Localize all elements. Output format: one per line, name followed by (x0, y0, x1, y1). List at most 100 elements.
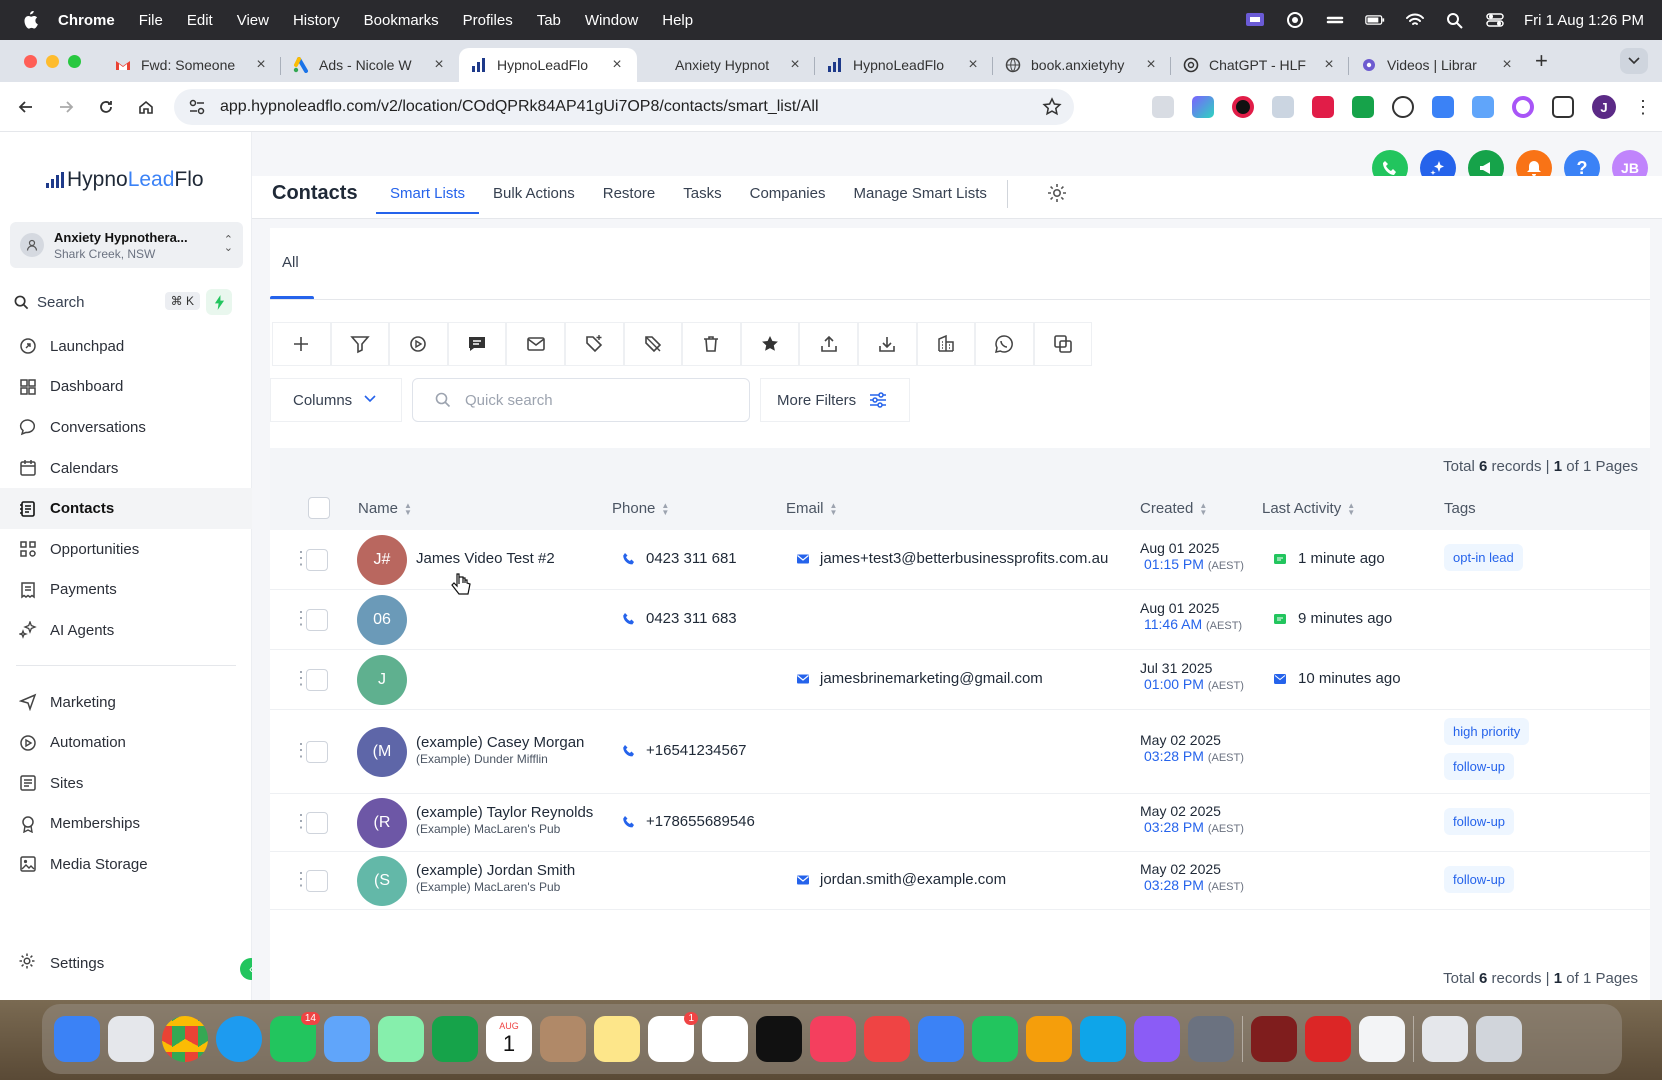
quick-search[interactable] (412, 378, 750, 422)
send-sms-button[interactable] (447, 322, 507, 366)
news-dock-icon[interactable] (864, 1016, 910, 1062)
system-settings-dock-icon[interactable] (1188, 1016, 1234, 1062)
sidebar-item-sites[interactable]: Sites (0, 763, 252, 804)
gear-flower-dock-icon[interactable] (1134, 1016, 1180, 1062)
calendar-dock-icon[interactable]: AUG 1 (486, 1016, 532, 1062)
contact-email[interactable]: james+test3@betterbusinessprofits.com.au (796, 550, 1108, 567)
sidebar-item-payments[interactable]: Payments (0, 570, 252, 611)
close-tab-icon[interactable]: × (431, 56, 447, 74)
sidebar-item-calendars[interactable]: Calendars (0, 448, 252, 489)
row-checkbox[interactable] (306, 609, 328, 631)
table-row[interactable]: ⋮ J# James Video Test #2 0423 311 681 ja… (270, 530, 1650, 590)
sidebar-item-contacts[interactable]: Contacts (0, 488, 252, 529)
car-extension-icon[interactable] (1352, 96, 1374, 118)
app-dock-icon[interactable] (1305, 1016, 1351, 1062)
contacts-settings-gear-icon[interactable] (1046, 182, 1068, 204)
sidebar-item-conversations[interactable]: Conversations (0, 407, 252, 448)
column-header-created[interactable]: Created ▲ ▼ (1140, 500, 1207, 517)
columns-dropdown[interactable]: Columns (270, 378, 402, 422)
wifi-icon[interactable] (1404, 11, 1426, 29)
column-header-name[interactable]: Name ▲ ▼ (358, 500, 412, 517)
sidebar-item-media-storage[interactable]: Media Storage (0, 844, 252, 885)
tab-restore[interactable]: Restore (589, 172, 670, 214)
browser-tab[interactable]: HypnoLeadFlo × (815, 48, 993, 82)
gradient-extension-icon[interactable] (1192, 96, 1214, 118)
table-row[interactable]: ⋮ (S (example) Jordan Smith (Example) Mac… (270, 852, 1650, 910)
tag-badge[interactable]: follow-up (1444, 808, 1515, 835)
sidebar-item-launchpad[interactable]: Launchpad (0, 326, 252, 367)
browser-tab[interactable]: Anxiety Hypnot × (637, 48, 815, 82)
menu-edit[interactable]: Edit (187, 12, 213, 29)
pages-dock-icon[interactable] (1026, 1016, 1072, 1062)
chrome-menu-icon[interactable]: ⋮ (1634, 97, 1652, 118)
tag-badge[interactable]: high priority (1444, 718, 1530, 745)
contact-name-link[interactable]: (example) Jordan Smith (416, 862, 575, 879)
facetime-dock-icon[interactable] (432, 1016, 478, 1062)
close-tab-icon[interactable]: × (253, 56, 269, 74)
sidebar-item-dashboard[interactable]: Dashboard (0, 367, 252, 408)
tag-badge[interactable]: follow-up (1444, 866, 1515, 893)
contact-name-link[interactable]: James Video Test #2 (416, 550, 555, 567)
account-switcher[interactable]: Anxiety Hypnothera... Shark Creek, NSW ⌃… (10, 222, 243, 268)
tag-badge[interactable]: follow-up (1444, 753, 1515, 780)
menu-tab[interactable]: Tab (537, 12, 561, 29)
row-checkbox[interactable] (306, 549, 328, 571)
row-checkbox[interactable] (306, 812, 328, 834)
ticket-extension-icon[interactable] (1472, 96, 1494, 118)
key-extension-icon[interactable] (1312, 96, 1334, 118)
apple-tv-dock-icon[interactable] (756, 1016, 802, 1062)
contact-name-link[interactable]: (example) Casey Morgan (416, 734, 584, 751)
battery-icon[interactable] (1364, 11, 1386, 29)
contacts-dock-icon[interactable] (540, 1016, 586, 1062)
close-tab-icon[interactable]: × (1321, 56, 1337, 74)
color-wheel-extension-icon[interactable] (1512, 96, 1534, 118)
menu-help[interactable]: Help (662, 12, 693, 29)
control-center-icon[interactable] (1484, 11, 1506, 29)
select-all-checkbox[interactable] (308, 497, 330, 519)
quick-actions-button[interactable] (206, 289, 232, 315)
smart-list-tab-all[interactable]: All (270, 228, 314, 300)
sidebar-item-settings[interactable]: Settings (18, 952, 104, 974)
close-tab-icon[interactable]: × (787, 56, 803, 74)
close-tab-icon[interactable]: × (609, 56, 625, 74)
quick-search-input[interactable] (465, 391, 725, 409)
sidebar-item-opportunities[interactable]: Opportunities (0, 529, 252, 570)
keynote-dock-icon[interactable] (918, 1016, 964, 1062)
focus-icon[interactable] (1284, 11, 1306, 29)
puzzle-extensions-icon[interactable] (1552, 96, 1574, 118)
add-to-company-button[interactable] (916, 322, 976, 366)
table-row[interactable]: ⋮ J jamesbrinemarketing@gmail.com Jul 31… (270, 650, 1650, 710)
app-store-dock-icon[interactable] (1080, 1016, 1126, 1062)
review-request-button[interactable] (740, 322, 800, 366)
column-header-last-activity[interactable]: Last Activity ▲ ▼ (1262, 500, 1355, 517)
reminders-dock-icon[interactable]: 1 (648, 1012, 698, 1062)
add-tag-button[interactable] (564, 322, 624, 366)
browser-tab[interactable]: book.anxietyhy × (993, 48, 1171, 82)
menu-history[interactable]: History (293, 12, 340, 29)
notes-dock-icon[interactable] (594, 1016, 640, 1062)
sidebar-item-memberships[interactable]: Memberships (0, 804, 252, 845)
sidebar-item-marketing[interactable]: Marketing (0, 682, 252, 723)
contact-phone[interactable]: +178655689546 (622, 813, 755, 830)
close-tab-icon[interactable]: × (1143, 56, 1159, 74)
screen-mirroring-icon[interactable] (1244, 11, 1266, 29)
contact-phone[interactable]: 0423 311 681 (622, 550, 737, 567)
safari-dock-icon[interactable] (216, 1016, 262, 1062)
remove-tag-button[interactable] (623, 322, 683, 366)
row-checkbox[interactable] (306, 741, 328, 763)
row-checkbox[interactable] (306, 669, 328, 691)
column-header-email[interactable]: Email ▲ ▼ (786, 500, 837, 517)
browser-tab[interactable]: ChatGPT - HLF × (1171, 48, 1349, 82)
table-row[interactable]: ⋮ 06 0423 311 683 Aug 01 2025 11:46 AM (A… (270, 590, 1650, 650)
contact-name-cell[interactable]: (example) Casey Morgan (Example) Dunder M… (416, 734, 584, 766)
finder-dock-icon[interactable] (54, 1016, 100, 1062)
more-filters-button[interactable]: More Filters (760, 378, 910, 422)
close-tab-icon[interactable]: × (1499, 56, 1515, 74)
menu-app-name[interactable]: Chrome (58, 12, 115, 29)
spotlight-search-icon[interactable] (1444, 11, 1466, 29)
sidebar-item-automation[interactable]: Automation (0, 722, 252, 763)
sidebar-item-ai-agents[interactable]: AI Agents (0, 610, 252, 651)
cloud-sync-icon[interactable] (1324, 11, 1346, 29)
dictionary-dock-icon[interactable] (1251, 1016, 1297, 1062)
mail-dock-icon[interactable] (324, 1016, 370, 1062)
